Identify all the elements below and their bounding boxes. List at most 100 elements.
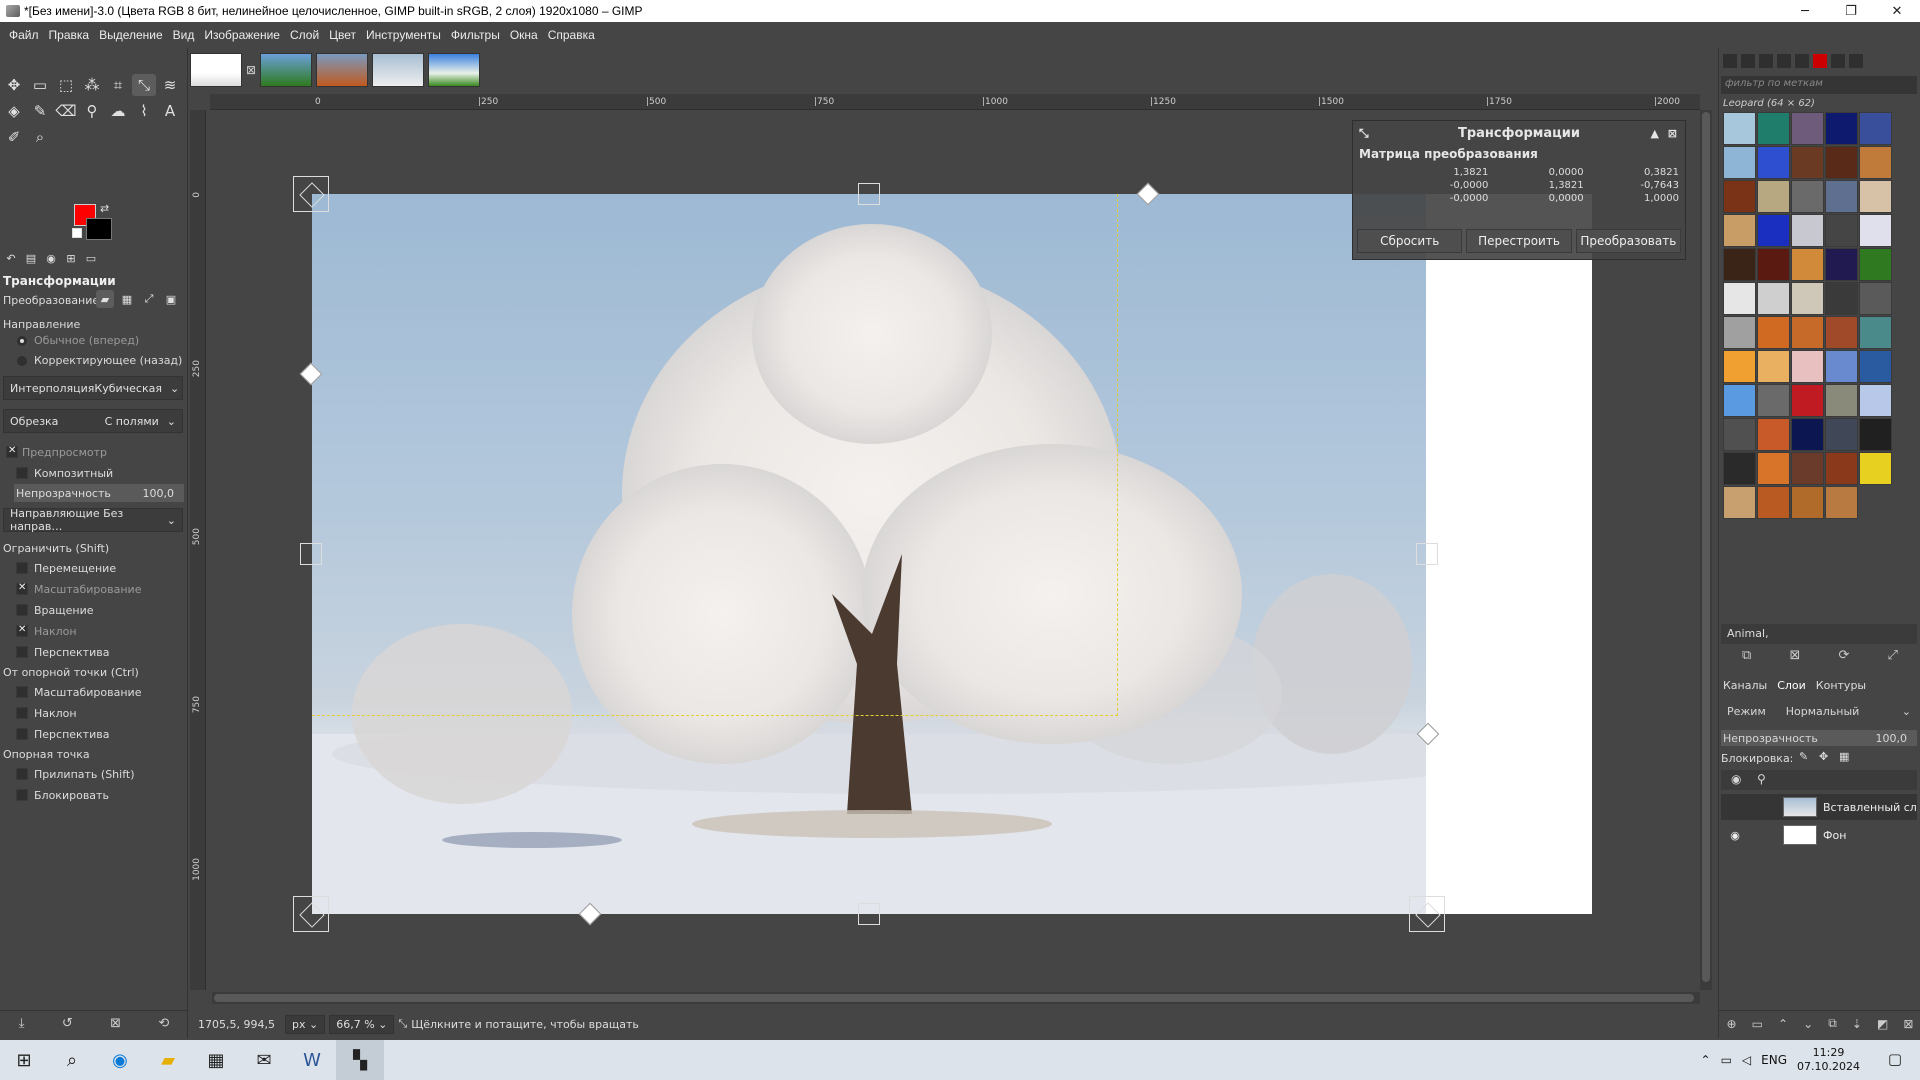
device-status-tab-icon[interactable]: ▭ bbox=[84, 251, 98, 265]
swap-colors-icon[interactable]: ⇄ bbox=[100, 202, 109, 215]
tool-options-tab-icon[interactable]: ⊞ bbox=[64, 251, 78, 265]
direction-corrective-radio[interactable] bbox=[17, 356, 27, 366]
word-icon[interactable]: W bbox=[288, 1040, 336, 1080]
palettes-tab-icon[interactable] bbox=[1831, 54, 1845, 68]
transform-handle-right[interactable] bbox=[1416, 543, 1438, 565]
pattern-swatch[interactable] bbox=[1723, 316, 1756, 349]
menu-tools[interactable]: Инструменты bbox=[361, 28, 446, 42]
clipping-select[interactable]: Обрезка С полями ⌄ bbox=[3, 409, 183, 433]
pattern-swatch[interactable] bbox=[1859, 282, 1892, 315]
pattern-swatch[interactable] bbox=[1791, 350, 1824, 383]
merge-layer-icon[interactable]: ⇣ bbox=[1852, 1017, 1862, 1031]
search-icon[interactable]: ⌕ bbox=[48, 1040, 96, 1080]
color-picker-icon[interactable]: ✐ bbox=[2, 126, 26, 148]
pattern-swatch[interactable] bbox=[1859, 418, 1892, 451]
gimp-taskbar-icon[interactable]: ▚ bbox=[336, 1040, 384, 1080]
close-dialog-icon[interactable]: ⊠ bbox=[1668, 127, 1677, 140]
pattern-swatch[interactable] bbox=[1825, 486, 1858, 519]
pattern-swatch[interactable] bbox=[1757, 486, 1790, 519]
pattern-swatch[interactable] bbox=[1757, 214, 1790, 247]
paths-icon[interactable]: ⌇ bbox=[132, 100, 156, 122]
pattern-swatch[interactable] bbox=[1791, 384, 1824, 417]
pattern-swatch[interactable] bbox=[1825, 146, 1858, 179]
pivot-perspective-checkbox[interactable] bbox=[16, 728, 28, 740]
pattern-swatch[interactable] bbox=[1757, 418, 1790, 451]
image-tab-thumbnail[interactable] bbox=[372, 53, 425, 87]
pattern-swatch[interactable] bbox=[1859, 214, 1892, 247]
new-group-icon[interactable]: ▭ bbox=[1752, 1017, 1763, 1031]
constrain-shear-checkbox[interactable] bbox=[16, 624, 28, 637]
horizontal-scrollbar[interactable] bbox=[212, 992, 1700, 1004]
document-history-tab-icon[interactable] bbox=[1777, 54, 1791, 68]
pattern-swatch[interactable] bbox=[1825, 214, 1858, 247]
pattern-filter-input[interactable]: фильтр по меткам bbox=[1721, 76, 1917, 94]
constrain-perspective-checkbox[interactable] bbox=[16, 646, 28, 658]
pattern-swatch[interactable] bbox=[1723, 384, 1756, 417]
transform-handle-bottom-right[interactable] bbox=[1409, 896, 1445, 932]
pattern-swatch[interactable] bbox=[1859, 350, 1892, 383]
collapse-dialog-icon[interactable]: ▲ bbox=[1651, 127, 1659, 140]
interpolation-select[interactable]: Интерполяция Кубическая ⌄ bbox=[3, 376, 183, 400]
edge-icon[interactable]: ◉ bbox=[96, 1040, 144, 1080]
pattern-swatch[interactable] bbox=[1791, 214, 1824, 247]
vertical-scrollbar[interactable] bbox=[1700, 110, 1712, 990]
bucket-fill-icon[interactable]: ◈ bbox=[2, 100, 26, 122]
pattern-swatch[interactable] bbox=[1791, 452, 1824, 485]
pattern-swatch[interactable] bbox=[1723, 350, 1756, 383]
pattern-swatch[interactable] bbox=[1825, 282, 1858, 315]
tab-layers[interactable]: Слои bbox=[1777, 679, 1806, 692]
refresh-patterns-icon[interactable]: ⟳ bbox=[1838, 648, 1849, 663]
pattern-swatch[interactable] bbox=[1825, 248, 1858, 281]
scroll-thumb[interactable] bbox=[214, 994, 1694, 1002]
pattern-swatch[interactable] bbox=[1791, 112, 1824, 145]
delete-pattern-icon[interactable]: ⊠ bbox=[1789, 648, 1800, 663]
menu-help[interactable]: Справка bbox=[543, 28, 600, 42]
zoom-select[interactable]: 66,7 % ⌄ bbox=[329, 1014, 395, 1034]
brushes-tab-icon[interactable] bbox=[1723, 54, 1737, 68]
background-color-swatch[interactable] bbox=[86, 218, 112, 240]
tab-paths[interactable]: Контуры bbox=[1816, 679, 1866, 692]
pattern-swatch[interactable] bbox=[1723, 452, 1756, 485]
raise-layer-icon[interactable]: ⌃ bbox=[1778, 1017, 1788, 1031]
pattern-swatch[interactable] bbox=[1723, 486, 1756, 519]
images-tab-icon[interactable] bbox=[1795, 54, 1809, 68]
layer-mode-select[interactable]: Режим Нормальный ⌄ bbox=[1721, 700, 1917, 722]
eraser-icon[interactable]: ⌫ bbox=[54, 100, 78, 122]
pattern-swatch[interactable] bbox=[1757, 384, 1790, 417]
transform-image-icon[interactable]: ▣ bbox=[162, 290, 180, 308]
pattern-swatch[interactable] bbox=[1791, 146, 1824, 179]
free-select-icon[interactable]: ⬚ bbox=[54, 74, 78, 96]
direction-normal-radio[interactable] bbox=[17, 336, 27, 346]
pattern-swatch[interactable] bbox=[1757, 452, 1790, 485]
clock[interactable]: 11:29 07.10.2024 bbox=[1797, 1046, 1860, 1074]
pattern-swatch[interactable] bbox=[1859, 180, 1892, 213]
duplicate-pattern-icon[interactable]: ⧉ bbox=[1742, 648, 1751, 663]
patterns-tab-icon[interactable] bbox=[1741, 54, 1755, 68]
network-icon[interactable]: ▭ bbox=[1721, 1053, 1732, 1067]
pivot-scale-checkbox[interactable] bbox=[16, 686, 28, 698]
lock-alpha-icon[interactable]: ▦ bbox=[1839, 750, 1849, 763]
transform-button[interactable]: Преобразовать bbox=[1575, 229, 1681, 253]
menu-file[interactable]: Файл bbox=[4, 28, 44, 42]
lock-position-icon[interactable]: ✥ bbox=[1819, 750, 1828, 763]
language-indicator[interactable]: ENG bbox=[1761, 1053, 1787, 1067]
pattern-swatch[interactable] bbox=[1825, 112, 1858, 145]
pattern-swatch[interactable] bbox=[1825, 350, 1858, 383]
pattern-swatch[interactable] bbox=[1723, 112, 1756, 145]
snap-checkbox[interactable] bbox=[16, 768, 28, 780]
menu-view[interactable]: Вид bbox=[168, 28, 200, 42]
transform-selection-icon[interactable]: ▦ bbox=[118, 290, 136, 308]
store-icon[interactable]: ▦ bbox=[192, 1040, 240, 1080]
layer-opacity-slider[interactable]: Непрозрачность 100,0 bbox=[1721, 730, 1917, 746]
warp-transform-icon[interactable]: ≋ bbox=[158, 74, 182, 96]
file-explorer-icon[interactable]: ▰ bbox=[144, 1040, 192, 1080]
pattern-swatch[interactable] bbox=[1859, 316, 1892, 349]
pattern-swatch[interactable] bbox=[1757, 180, 1790, 213]
smudge-icon[interactable]: ☁ bbox=[106, 100, 130, 122]
transform-layer-icon[interactable]: ▰ bbox=[96, 290, 114, 308]
pattern-swatch[interactable] bbox=[1723, 248, 1756, 281]
pattern-swatch[interactable] bbox=[1757, 248, 1790, 281]
move-tool-icon[interactable]: ✥ bbox=[2, 74, 26, 96]
text-tool-icon[interactable]: A bbox=[158, 100, 182, 122]
pattern-swatch[interactable] bbox=[1723, 214, 1756, 247]
